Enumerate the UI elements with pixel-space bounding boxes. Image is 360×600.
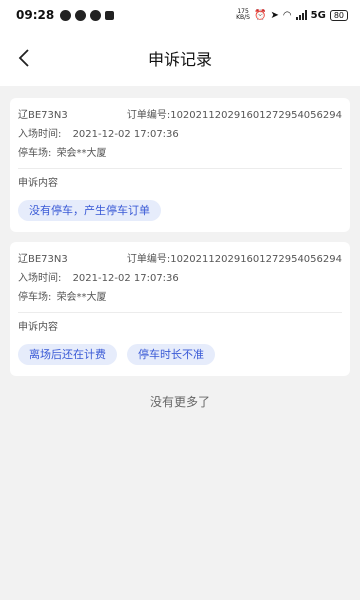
chat-icon	[75, 9, 87, 21]
plate-number: 辽BE73N3	[18, 254, 68, 265]
battery-icon: 80	[329, 9, 348, 21]
appeal-record-card[interactable]: 辽BE73N3 订单编号:102021120291601272954056294…	[10, 242, 350, 376]
message-icon	[60, 9, 72, 21]
appeal-record-card[interactable]: 辽BE73N3 订单编号:102021120291601272954056294…	[10, 98, 350, 232]
appeal-record-list: 辽BE73N3 订单编号:102021120291601272954056294…	[0, 86, 360, 410]
divider	[18, 168, 342, 169]
status-bar: 09:28 175 KB/S ⏰ ➤ ◠ 5G 80	[0, 0, 360, 30]
network-speed: 175 KB/S	[236, 8, 250, 21]
status-time: 09:28	[16, 8, 55, 22]
entry-time-value: 2021-12-02 17:07:36	[72, 273, 179, 284]
location-icon: ➤	[270, 9, 279, 21]
signal-icon	[295, 10, 307, 20]
entry-time-value: 2021-12-02 17:07:36	[72, 129, 179, 140]
entry-time-label: 入场时间:	[18, 273, 62, 284]
appeal-content-label: 申诉内容	[18, 322, 58, 333]
order-no-value: 102021120291601272954056294	[170, 254, 342, 265]
notification-icon	[105, 10, 115, 20]
no-more-text: 没有更多了	[149, 395, 210, 409]
parking-lot-value: 荣会**大厦	[56, 292, 107, 303]
appeal-content-label: 申诉内容	[18, 178, 58, 189]
back-button[interactable]	[10, 44, 38, 72]
entry-time-label: 入场时间:	[18, 129, 62, 140]
alarm-icon: ⏰	[254, 9, 267, 21]
wifi-icon: ◠	[282, 9, 292, 21]
parking-lot-label: 停车场:	[18, 292, 52, 303]
page-title: 申诉记录	[147, 50, 212, 69]
plate-number: 辽BE73N3	[18, 110, 68, 121]
order-no-label: 订单编号:	[126, 110, 171, 121]
chat-icon-2	[90, 9, 102, 21]
order-no-value: 102021120291601272954056294	[170, 110, 342, 121]
network-type: 5G	[310, 9, 326, 21]
chevron-left-icon	[18, 49, 29, 67]
appeal-reason-tag[interactable]: 没有停车，产生停车订单	[18, 200, 161, 221]
divider	[18, 312, 342, 313]
parking-lot-value: 荣会**大厦	[56, 148, 107, 159]
nav-bar: 申诉记录	[0, 30, 360, 86]
parking-lot-label: 停车场:	[18, 148, 52, 159]
order-no-label: 订单编号:	[126, 254, 171, 265]
appeal-reason-tag[interactable]: 离场后还在计费	[18, 344, 117, 365]
appeal-reason-tag[interactable]: 停车时长不准	[127, 344, 215, 365]
